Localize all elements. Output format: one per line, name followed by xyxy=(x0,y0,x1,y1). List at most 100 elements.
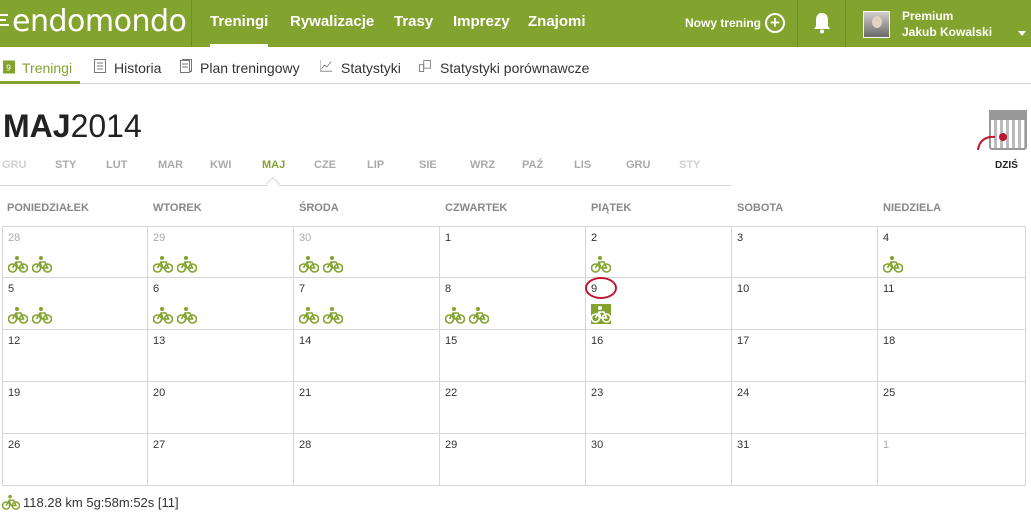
month-tab[interactable]: LIP xyxy=(367,159,384,171)
month-tab[interactable]: LIS xyxy=(574,159,591,171)
nav-imprezy[interactable]: Imprezy xyxy=(453,0,510,47)
day-number: 2 xyxy=(591,232,598,244)
calendar-day[interactable]: 25 xyxy=(878,382,1026,434)
calendar-day[interactable]: 14 xyxy=(294,330,440,382)
calendar-day[interactable]: 29 xyxy=(440,434,586,486)
new-training-button[interactable]: Nowy trening xyxy=(685,0,761,47)
nav-trasy[interactable]: Trasy xyxy=(394,0,433,47)
calendar-day[interactable]: 28 xyxy=(294,434,440,486)
calendar-day[interactable]: 1 xyxy=(878,434,1026,486)
tab-statystyki-porownawcze[interactable]: Statystyki porównawcze xyxy=(440,60,589,76)
tab-plan-treningowy[interactable]: Plan treningowy xyxy=(200,60,300,76)
history-icon xyxy=(94,59,106,73)
comparison-icon xyxy=(419,60,431,72)
calendar-day[interactable]: 8 xyxy=(440,278,586,330)
user-name[interactable]: Jakub Kowalski xyxy=(902,25,992,39)
bicycle-icon[interactable] xyxy=(299,255,319,273)
chevron-down-icon[interactable] xyxy=(1018,31,1026,36)
calendar-day[interactable]: 9 xyxy=(585,277,732,330)
calendar-day[interactable]: 30 xyxy=(586,434,732,486)
calendar-day[interactable]: 11 xyxy=(878,278,1026,330)
tab-statystyki[interactable]: Statystyki xyxy=(341,60,401,76)
calendar-day[interactable]: 4 xyxy=(878,226,1026,278)
bicycle-icon[interactable] xyxy=(153,306,173,324)
month-tab[interactable]: STY xyxy=(679,159,700,171)
day-number: 24 xyxy=(737,387,750,399)
calendar-day[interactable]: 27 xyxy=(148,434,294,486)
calendar-day[interactable]: 7 xyxy=(294,278,440,330)
user-status[interactable]: Premium xyxy=(902,9,953,23)
plus-circle-icon[interactable]: + xyxy=(765,13,785,33)
month-tab[interactable]: CZE xyxy=(314,159,336,171)
bicycle-icon[interactable] xyxy=(8,306,28,324)
weekday-label: CZWARTEK xyxy=(445,202,508,214)
calendar-day[interactable]: 31 xyxy=(732,434,878,486)
calendar-day[interactable]: 24 xyxy=(732,382,878,434)
bicycle-icon[interactable] xyxy=(469,306,489,324)
divider xyxy=(845,0,846,47)
tab-historia[interactable]: Historia xyxy=(114,60,161,76)
calendar-day[interactable]: 6 xyxy=(148,278,294,330)
calendar-day[interactable]: 20 xyxy=(148,382,294,434)
calendar-day[interactable]: 26 xyxy=(2,434,148,486)
month-tab[interactable]: PAŹ xyxy=(522,159,543,171)
calendar-day[interactable]: 10 xyxy=(732,278,878,330)
bicycle-icon[interactable] xyxy=(883,255,903,273)
bicycle-icon[interactable] xyxy=(591,304,611,324)
month-tab[interactable]: MAR xyxy=(158,159,183,171)
bicycle-icon[interactable] xyxy=(323,306,343,324)
day-number: 18 xyxy=(883,335,896,347)
calendar-day[interactable]: 29 xyxy=(148,226,294,278)
month-tab[interactable]: KWI xyxy=(210,159,231,171)
bicycle-icon[interactable] xyxy=(32,306,52,324)
month-tab[interactable]: GRU xyxy=(2,159,26,171)
bicycle-icon[interactable] xyxy=(32,255,52,273)
month-tab[interactable]: MAJ xyxy=(262,159,285,171)
bicycle-icon[interactable] xyxy=(177,255,197,273)
bicycle-icon[interactable] xyxy=(8,255,28,273)
bicycle-icon[interactable] xyxy=(153,255,173,273)
day-number: 29 xyxy=(445,439,458,451)
bicycle-icon[interactable] xyxy=(299,306,319,324)
calendar-day[interactable]: 22 xyxy=(440,382,586,434)
calendar-day[interactable]: 2 xyxy=(586,226,732,278)
bicycle-icon[interactable] xyxy=(323,255,343,273)
month-tab[interactable]: SIE xyxy=(419,159,437,171)
bicycle-icon[interactable] xyxy=(591,255,611,273)
nav-rywalizacje[interactable]: Rywalizacje xyxy=(290,0,374,47)
tab-treningi[interactable]: Treningi xyxy=(22,60,72,76)
calendar-day[interactable]: 12 xyxy=(2,330,148,382)
calendar-day[interactable]: 5 xyxy=(2,278,148,330)
calendar-day[interactable]: 28 xyxy=(2,226,148,278)
calendar-day[interactable]: 16 xyxy=(586,330,732,382)
notifications-bell-icon[interactable] xyxy=(812,12,832,34)
day-number: 31 xyxy=(737,439,750,451)
calendar-day[interactable]: 21 xyxy=(294,382,440,434)
user-avatar[interactable] xyxy=(863,11,890,38)
calendar-day[interactable]: 18 xyxy=(878,330,1026,382)
weekday-label: SOBOTA xyxy=(737,202,784,214)
calendar-day[interactable]: 15 xyxy=(440,330,586,382)
month-tab[interactable]: WRZ xyxy=(470,159,495,171)
bicycle-icon[interactable] xyxy=(445,306,465,324)
endomondo-logo[interactable]: endomondo xyxy=(0,0,190,47)
day-number: 17 xyxy=(737,335,750,347)
day-number: 3 xyxy=(737,232,744,244)
calendar-day[interactable]: 13 xyxy=(148,330,294,382)
calendar-day[interactable]: 30 xyxy=(294,226,440,278)
calendar-day[interactable]: 23 xyxy=(586,382,732,434)
calendar-day[interactable]: 19 xyxy=(2,382,148,434)
month-tab[interactable]: LUT xyxy=(106,159,127,171)
nav-znajomi[interactable]: Znajomi xyxy=(528,0,586,47)
nav-treningi[interactable]: Treningi xyxy=(210,0,269,47)
month-tab[interactable]: STY xyxy=(55,159,76,171)
active-month-pointer xyxy=(265,176,281,192)
bicycle-icon[interactable] xyxy=(177,306,197,324)
summary-row: 118.28 km 5g:58m:52s [11] xyxy=(2,494,179,510)
month-tab[interactable]: GRU xyxy=(626,159,650,171)
top-bar: endomondo Treningi Rywalizacje Trasy Imp… xyxy=(0,0,1031,47)
calendar-day[interactable]: 3 xyxy=(732,226,878,278)
today-button[interactable]: DZIŚ xyxy=(977,108,1027,174)
calendar-day[interactable]: 1 xyxy=(440,226,586,278)
calendar-day[interactable]: 17 xyxy=(732,330,878,382)
